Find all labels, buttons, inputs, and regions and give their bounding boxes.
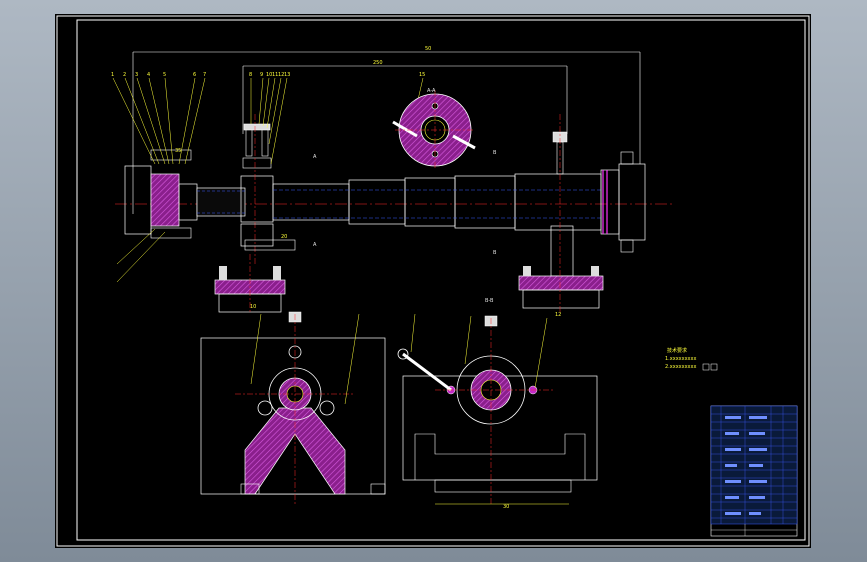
dim-bottom-right: 30 xyxy=(503,504,509,510)
dim-left-collar: 20 xyxy=(281,234,287,240)
balloon-13: 13 xyxy=(284,72,290,78)
balloon-15: 15 xyxy=(419,72,425,78)
balloon-numbers-middle: 8 9 10 11 12 13 15 xyxy=(249,72,425,78)
tech-note-line-1: 1.xxxxxxxxx xyxy=(665,356,696,362)
flange-section-view: A-A xyxy=(392,88,476,170)
lower-left-end-view xyxy=(200,311,386,504)
view-marker-a-top: A xyxy=(313,154,317,160)
view-marker-b-bottom: B xyxy=(493,250,497,256)
dim-right-base: 12 xyxy=(555,312,561,318)
dim-left-base: 10 xyxy=(250,304,256,310)
section-label-a: A-A xyxy=(427,88,436,94)
technical-requirements-note: 技术要求 1.xxxxxxxxx 2.xxxxxxxxx xyxy=(665,347,718,371)
title-block xyxy=(710,405,798,537)
engineering-drawing: 50 250 A A B B 1 2 3 4 5 6 7 8 9 10 11 1… xyxy=(56,15,810,547)
overall-dimension-label: 50 xyxy=(425,46,431,52)
balloon-6: 6 xyxy=(193,72,196,78)
balloon-numbers-left: 1 2 3 4 5 6 7 xyxy=(111,72,206,78)
balloon-7: 7 xyxy=(203,72,206,78)
balloon-1: 1 xyxy=(111,72,114,78)
lower-right-end-view: B-B 30 xyxy=(397,298,598,510)
section-label-b: B-B xyxy=(485,298,494,304)
upper-dimension-label: 250 xyxy=(373,60,383,66)
dim-left-flange: 35 xyxy=(175,148,181,154)
tech-note-line-2: 2.xxxxxxxxx xyxy=(665,364,696,370)
balloon-2: 2 xyxy=(123,72,126,78)
cad-viewport: 50 250 A A B B 1 2 3 4 5 6 7 8 9 10 11 1… xyxy=(0,0,867,562)
drawing-sheet: 50 250 A A B B 1 2 3 4 5 6 7 8 9 10 11 1… xyxy=(55,14,811,548)
balloon-4: 4 xyxy=(147,72,150,78)
view-marker-b-top: B xyxy=(493,150,497,156)
balloon-3: 3 xyxy=(135,72,138,78)
main-assembly-view: 50 250 A A B B xyxy=(115,46,675,314)
balloon-5: 5 xyxy=(163,72,166,78)
balloon-8: 8 xyxy=(249,72,252,78)
leader-lines-middle xyxy=(250,77,424,165)
view-marker-a-bottom: A xyxy=(313,242,317,248)
tech-note-title: 技术要求 xyxy=(667,347,687,354)
balloon-9: 9 xyxy=(260,72,263,78)
